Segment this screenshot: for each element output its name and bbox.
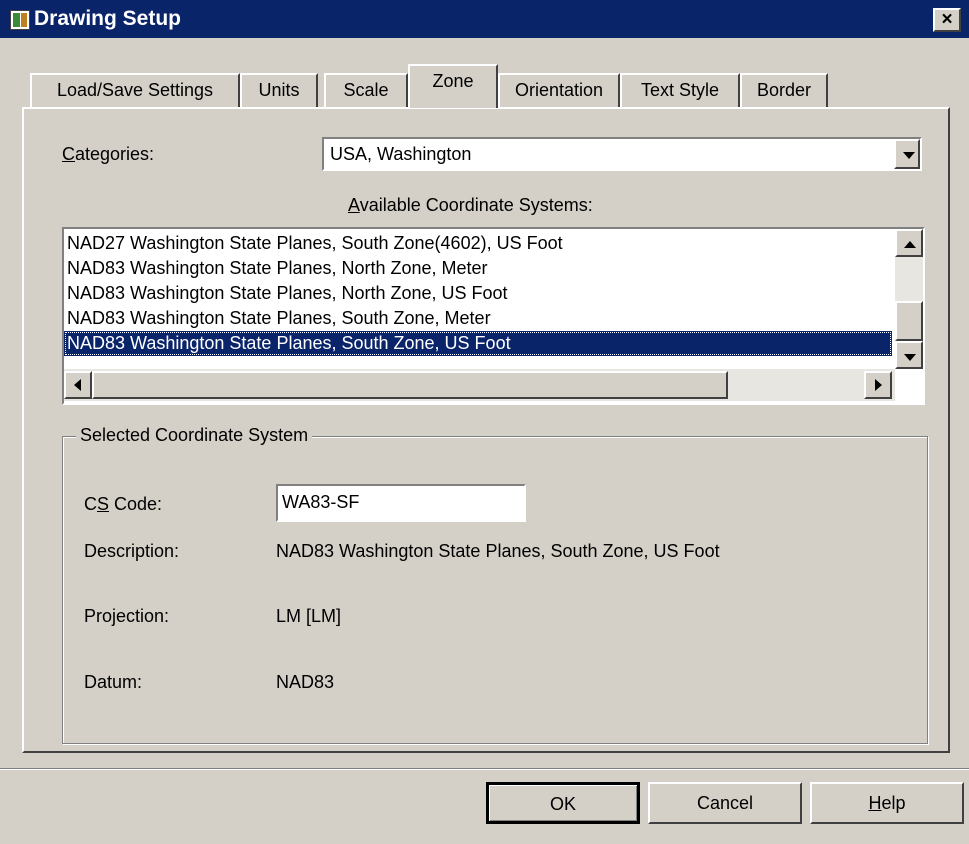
vertical-scrollbar[interactable] — [895, 229, 923, 369]
scroll-up-icon[interactable] — [895, 229, 923, 257]
cs-code-label: CS Code: — [84, 494, 163, 514]
selected-coordinate-system-group — [62, 436, 928, 744]
list-item[interactable]: NAD83 Washington State Planes, North Zon… — [64, 281, 892, 306]
datum-label: Datum: — [84, 672, 143, 692]
cancel-button[interactable]: Cancel — [648, 782, 802, 824]
categories-select[interactable]: USA, Washington — [322, 137, 922, 171]
group-title: Selected Coordinate System — [76, 425, 313, 446]
scroll-left-icon[interactable] — [64, 371, 92, 399]
available-coordinate-systems-label: Available Coordinate Systems: — [348, 195, 593, 215]
close-button[interactable]: × — [933, 8, 961, 32]
ok-button[interactable]: OK — [486, 782, 640, 824]
list-item[interactable]: NAD83 Washington State Planes, South Zon… — [64, 306, 892, 331]
projection-label: Projection: — [84, 606, 170, 626]
scroll-right-icon[interactable] — [864, 371, 892, 399]
list-item[interactable]: NAD27 Washington State Planes, South Zon… — [64, 231, 892, 256]
tab-load-save-settings[interactable]: Load/Save Settings — [30, 73, 240, 107]
cs-code-value: WA83-SF — [282, 492, 360, 512]
tab-units[interactable]: Units — [240, 73, 318, 107]
help-button[interactable]: Help — [810, 782, 964, 824]
tab-text-style[interactable]: Text Style — [620, 73, 740, 107]
cs-code-input[interactable]: WA83-SF — [276, 484, 526, 522]
horizontal-scroll-thumb[interactable] — [92, 371, 728, 399]
tab-border[interactable]: Border — [740, 73, 828, 107]
vertical-scroll-thumb[interactable] — [895, 301, 923, 341]
window-title: Drawing Setup — [34, 7, 182, 30]
coordinate-systems-listbox[interactable]: NAD27 Washington State Planes, South Zon… — [62, 227, 925, 405]
dropdown-arrow-icon[interactable] — [894, 139, 920, 169]
horizontal-scrollbar[interactable] — [64, 369, 895, 401]
categories-label: Categories: — [62, 144, 155, 164]
list-item[interactable]: NAD83 Washington State Planes, North Zon… — [64, 256, 892, 281]
list-item-selected[interactable]: NAD83 Washington State Planes, South Zon… — [64, 331, 892, 356]
projection-value: LM [LM] — [276, 606, 342, 626]
description-value: NAD83 Washington State Planes, South Zon… — [276, 541, 720, 561]
categories-selected-value: USA, Washington — [330, 144, 472, 164]
tab-orientation[interactable]: Orientation — [498, 73, 620, 107]
description-label: Description: — [84, 541, 180, 561]
footer-separator — [0, 768, 969, 770]
app-icon — [10, 10, 30, 30]
datum-value: NAD83 — [276, 672, 335, 692]
tab-zone[interactable]: Zone — [408, 64, 498, 108]
tab-scale[interactable]: Scale — [324, 73, 408, 107]
scroll-down-icon[interactable] — [895, 341, 923, 369]
